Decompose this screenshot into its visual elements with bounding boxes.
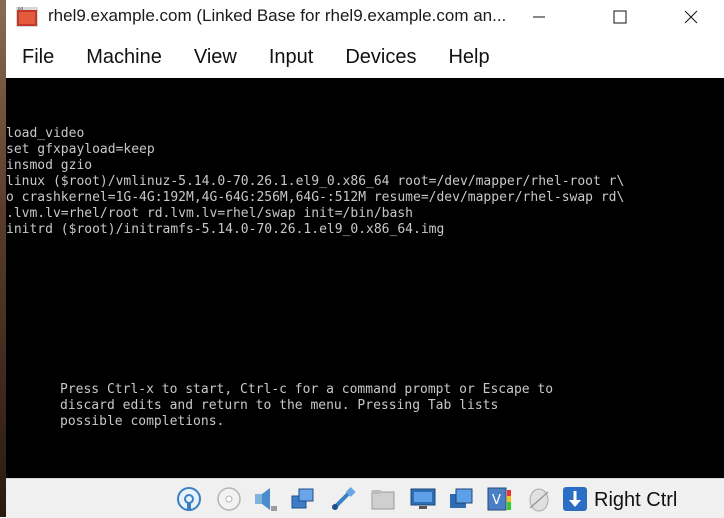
grub-editor[interactable]: load_video set gfxpayload=keep insmod gzio… (6, 126, 624, 238)
maximize-button[interactable] (597, 0, 643, 34)
shared-folders-icon[interactable] (370, 486, 396, 512)
help-line: discard edits and return to the menu. Pr… (60, 398, 499, 413)
console-line: o crashkernel=1G-4G:192M,4G-64G:256M,64G… (6, 190, 625, 205)
video-capture-icon[interactable] (448, 486, 474, 512)
network-icon[interactable] (290, 486, 316, 512)
menu-machine[interactable]: Machine (70, 46, 178, 69)
svg-text:64: 64 (18, 7, 24, 11)
optical-drive-icon[interactable] (216, 486, 242, 512)
svg-text:V: V (492, 493, 501, 508)
menu-file[interactable]: File (6, 46, 70, 69)
minimize-icon (533, 16, 545, 18)
close-button[interactable] (668, 0, 714, 34)
keyboard-arrow-icon[interactable] (562, 486, 588, 512)
help-line: possible completions. (60, 414, 225, 429)
host-key-label: Right Ctrl (594, 489, 678, 511)
console-line: .lvm.lv=rhel/root rd.lvm.lv=rhel/swap in… (6, 206, 413, 221)
menu-input[interactable]: Input (253, 46, 329, 69)
console-line: load_video (6, 126, 85, 141)
menu-bar: File Machine View Input Devices Help (6, 36, 724, 78)
console-line: insmod gzio (6, 158, 93, 173)
help-line: Press Ctrl-x to start, Ctrl-c for a comm… (60, 382, 554, 397)
status-bar: V Right Ctrl (6, 478, 724, 518)
menu-view[interactable]: View (178, 46, 253, 69)
console-line: set gfxpayload=keep (6, 142, 155, 157)
console-line: linux ($root)/vmlinuz-5.14.0-70.26.1.el9… (6, 174, 625, 189)
cpu-activity-icon[interactable]: V (486, 486, 512, 512)
vm-console-screen[interactable]: load_video set gfxpayload=keep insmod gzio… (6, 78, 724, 478)
hard-disk-icon[interactable] (176, 486, 202, 512)
usb-icon[interactable] (330, 486, 356, 512)
console-line: initrd ($root)/initramfs-5.14.0-70.26.1.… (6, 222, 445, 237)
menu-help[interactable]: Help (432, 46, 505, 69)
title-bar[interactable]: 64 rhel9.example.com (Linked Base for rh… (6, 0, 724, 36)
minimize-button[interactable] (516, 0, 562, 34)
close-icon (684, 10, 698, 24)
mouse-integration-icon[interactable] (526, 486, 552, 512)
virtualbox-app-icon: 64 (16, 6, 38, 27)
window-title: rhel9.example.com (Linked Base for rhel9… (48, 6, 507, 25)
audio-icon[interactable] (252, 486, 278, 512)
display-icon[interactable] (410, 486, 436, 512)
maximize-icon (613, 10, 627, 24)
menu-devices[interactable]: Devices (329, 46, 432, 69)
grub-help-text: Press Ctrl-x to start, Ctrl-c for a comm… (60, 382, 553, 430)
